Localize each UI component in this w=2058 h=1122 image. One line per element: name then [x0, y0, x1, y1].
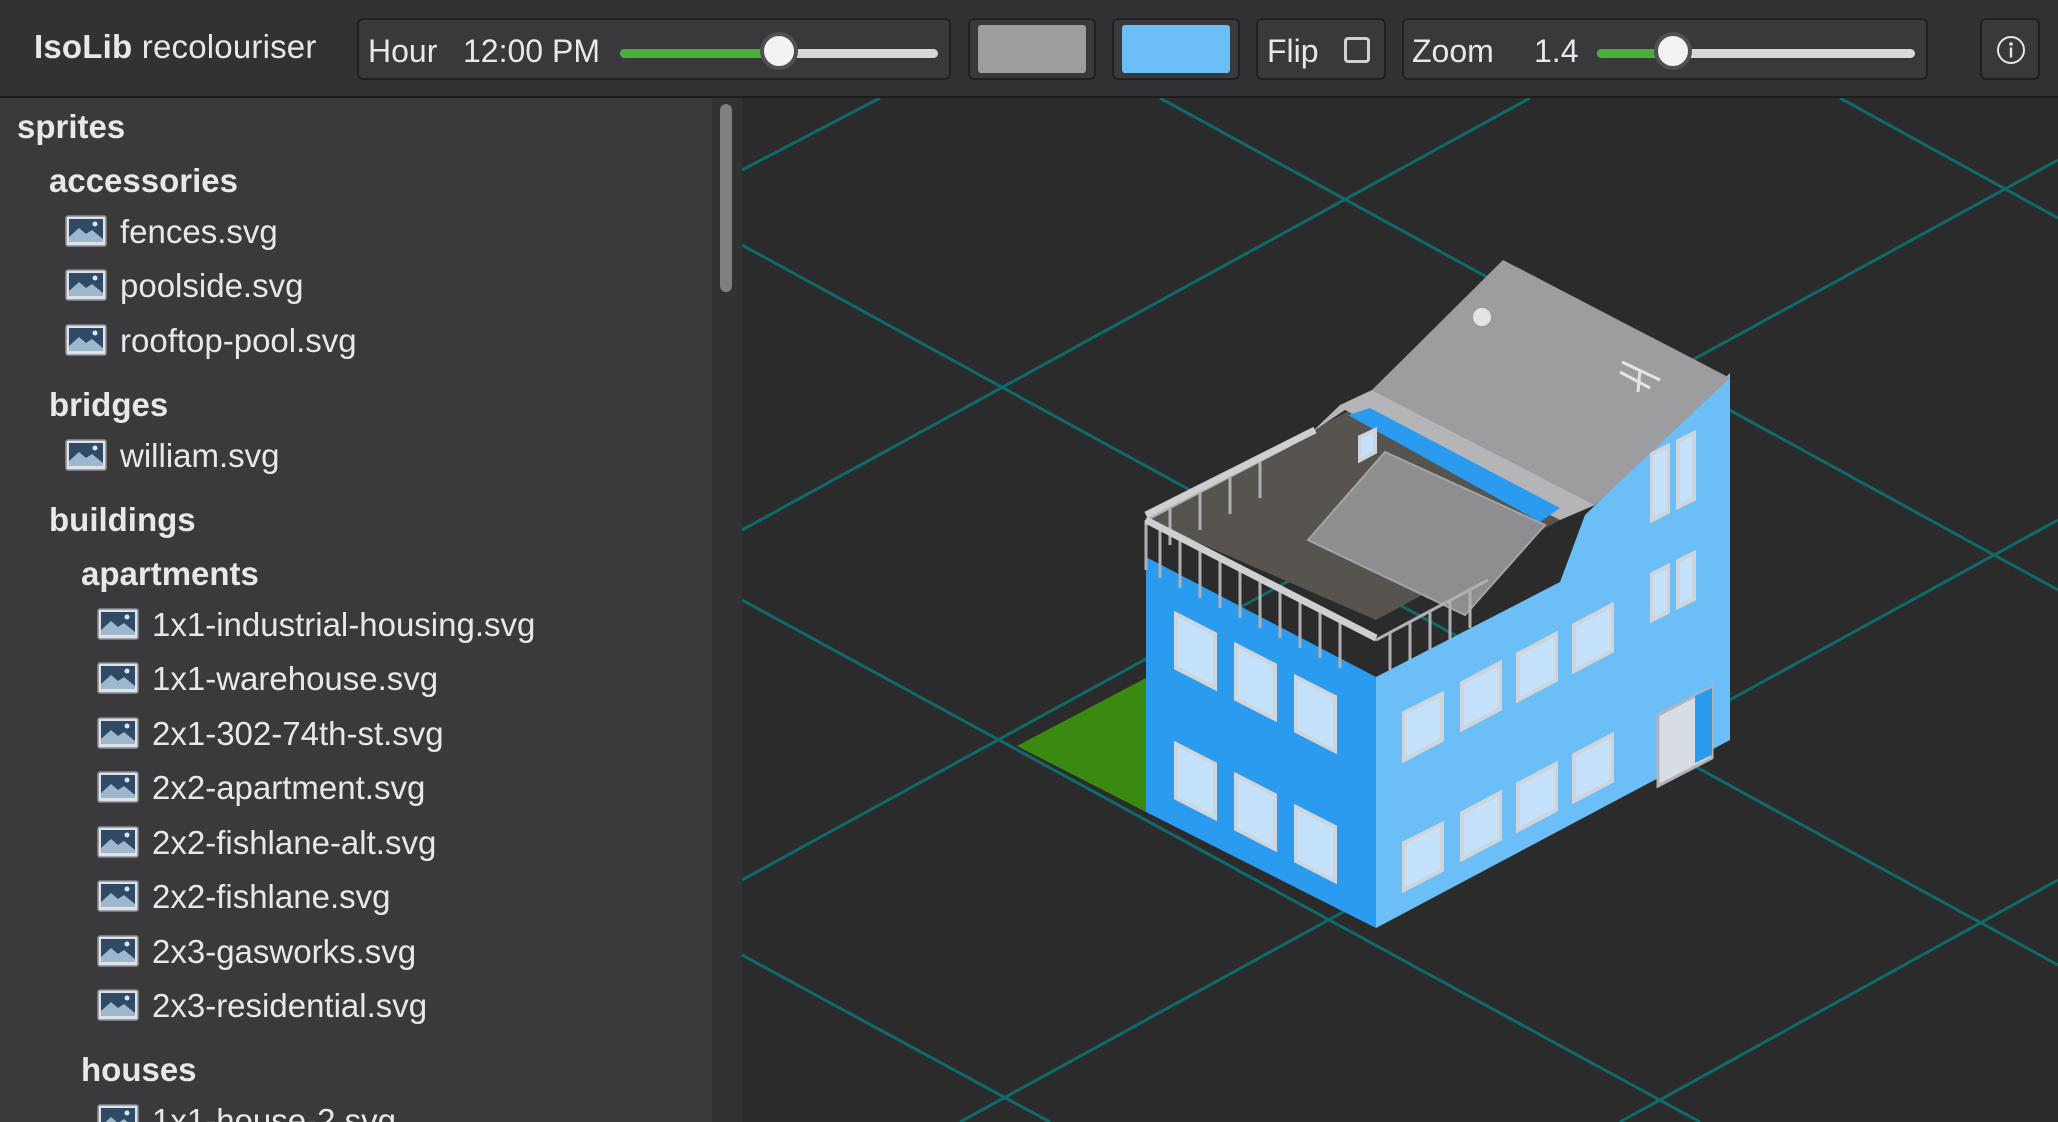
folder-houses[interactable]: houses [81, 1051, 197, 1089]
color-swatch-2[interactable] [1122, 25, 1230, 73]
image-file-icon [65, 324, 107, 356]
app-title: IsoLib recolouriser [34, 28, 317, 66]
file-name: 1x1-warehouse.svg [152, 660, 439, 697]
file-name: 2x2-fishlane-alt.svg [152, 824, 437, 861]
image-file-icon [97, 1104, 139, 1122]
image-file-icon [97, 935, 139, 967]
info-icon [1997, 36, 2025, 64]
file-name: 2x3-residential.svg [152, 987, 428, 1024]
hour-slider[interactable] [620, 32, 938, 70]
flip-label: Flip [1267, 33, 1319, 69]
file-name: poolside.svg [120, 267, 304, 304]
image-file-icon [97, 662, 139, 694]
image-file-icon [65, 439, 107, 471]
iso-preview [742, 98, 2058, 1122]
info-button[interactable] [1980, 18, 2040, 80]
hour-control: Hour 12:00 PM [357, 18, 951, 80]
folder-bridges[interactable]: bridges [49, 386, 168, 424]
zoom-label: Zoom [1412, 33, 1494, 69]
building-sprite [1017, 260, 1730, 928]
file-name: 1x1-house-2.svg [152, 1102, 396, 1122]
grass-tile [1017, 678, 1146, 812]
file-name: 1x1-industrial-housing.svg [152, 606, 536, 643]
flip-control[interactable]: Flip [1256, 18, 1386, 80]
zoom-slider-thumb[interactable] [1654, 32, 1693, 70]
app-title-rest: recolouriser [141, 28, 317, 65]
file-name: william.svg [120, 437, 280, 474]
sidebar-scrollbar[interactable] [720, 104, 732, 292]
folder-apartments[interactable]: apartments [81, 555, 259, 593]
zoom-control: Zoom 1.4 [1402, 18, 1928, 80]
hour-label: Hour [368, 33, 438, 69]
file-name: fences.svg [120, 213, 278, 250]
folder-buildings[interactable]: buildings [49, 501, 196, 539]
zoom-slider[interactable] [1597, 32, 1915, 70]
preview-canvas[interactable] [742, 98, 2058, 1122]
hour-slider-fill [620, 49, 779, 58]
image-file-icon [97, 989, 139, 1021]
file-name: 2x2-apartment.svg [152, 769, 426, 806]
flip-checkbox[interactable] [1344, 37, 1370, 63]
file-name: 2x2-fishlane.svg [152, 878, 391, 915]
iso-grid [742, 98, 2058, 1122]
roof-vent [1473, 308, 1491, 326]
image-file-icon [65, 215, 107, 247]
toolbar: IsoLib recolouriser Hour 12:00 PM Flip Z… [0, 0, 2058, 98]
color-swatch-1[interactable] [978, 25, 1086, 73]
tree-root-sprites[interactable]: sprites [17, 108, 125, 146]
file-name: rooftop-pool.svg [120, 322, 357, 359]
image-file-icon [65, 269, 107, 301]
file-name: 2x3-gasworks.svg [152, 933, 417, 970]
app-title-bold: IsoLib [34, 28, 133, 65]
image-file-icon [97, 608, 139, 640]
image-file-icon [97, 880, 139, 912]
color-picker-1[interactable] [968, 18, 1096, 80]
sprite-tree: sprites accessories fences.svg poolside.… [0, 98, 712, 1122]
image-file-icon [97, 826, 139, 858]
hour-slider-thumb[interactable] [760, 32, 798, 70]
image-file-icon [97, 771, 139, 803]
color-picker-2[interactable] [1112, 18, 1240, 80]
zoom-value: 1.4 [1534, 33, 1579, 69]
image-file-icon [97, 717, 139, 749]
file-name: 2x1-302-74th-st.svg [152, 715, 444, 752]
hour-value: 12:00 PM [463, 33, 600, 69]
folder-accessories[interactable]: accessories [49, 162, 238, 200]
